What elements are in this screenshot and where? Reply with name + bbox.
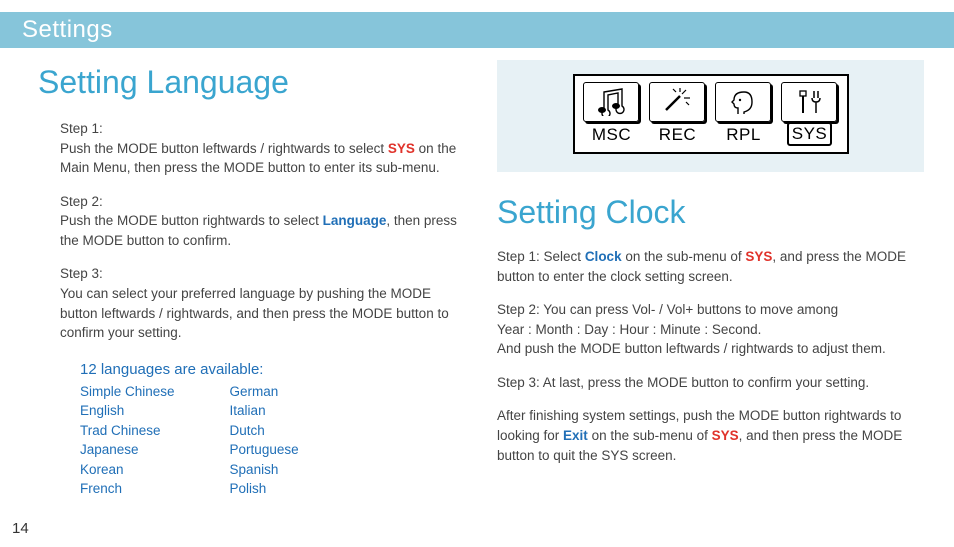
setting-clock-title: Setting Clock bbox=[497, 194, 924, 231]
menu-item-sys: SYS bbox=[781, 82, 839, 146]
step3: Step 3: You can select your preferred la… bbox=[60, 264, 457, 342]
menu-panel: MSC bbox=[497, 60, 924, 172]
language-steps: Step 1: Push the MODE button leftwards /… bbox=[60, 119, 457, 343]
lang-item: Polish bbox=[230, 479, 299, 499]
settings-header: Settings bbox=[0, 12, 954, 48]
page-number: 14 bbox=[12, 520, 29, 537]
languages-box: 12 languages are available: Simple Chine… bbox=[80, 361, 457, 499]
lang-item: English bbox=[80, 401, 175, 421]
head-icon bbox=[715, 82, 771, 122]
step3-label: Step 3: bbox=[60, 266, 103, 281]
sys-highlight: SYS bbox=[712, 428, 739, 443]
clock-step2: Step 2: You can press Vol- / Vol+ button… bbox=[497, 300, 924, 359]
sys-highlight: SYS bbox=[745, 249, 772, 264]
menu-item-rec: REC bbox=[649, 82, 707, 146]
right-column: MSC bbox=[497, 56, 924, 499]
lang-item: German bbox=[230, 382, 299, 402]
menu-label: REC bbox=[649, 125, 707, 145]
menu-item-msc: MSC bbox=[583, 82, 641, 146]
menu-label: MSC bbox=[583, 125, 641, 145]
clock-step3: Step 3: At last, press the MODE button t… bbox=[497, 373, 924, 393]
step1-label: Step 1: bbox=[60, 121, 103, 136]
clock-steps: Step 1: Select Clock on the sub-menu of … bbox=[497, 247, 924, 465]
exit-highlight: Exit bbox=[563, 428, 588, 443]
music-icon bbox=[583, 82, 639, 122]
lang-item: Portuguese bbox=[230, 440, 299, 460]
languages-title: 12 languages are available: bbox=[80, 361, 457, 378]
menu-label-selected: SYS bbox=[787, 122, 833, 146]
step2: Step 2: Push the MODE button rightwards … bbox=[60, 192, 457, 251]
sys-highlight: SYS bbox=[388, 141, 415, 156]
tools-icon bbox=[781, 82, 837, 122]
lang-col-2: German Italian Dutch Portuguese Spanish … bbox=[230, 382, 299, 499]
clock-step1: Step 1: Select Clock on the sub-menu of … bbox=[497, 247, 924, 286]
menu-frame: MSC bbox=[573, 74, 849, 154]
lang-item: Italian bbox=[230, 401, 299, 421]
lang-item: Spanish bbox=[230, 460, 299, 480]
lang-item: French bbox=[80, 479, 175, 499]
lang-item: Japanese bbox=[80, 440, 175, 460]
lang-item: Korean bbox=[80, 460, 175, 480]
lang-col-1: Simple Chinese English Trad Chinese Japa… bbox=[80, 382, 175, 499]
lang-item: Dutch bbox=[230, 421, 299, 441]
left-column: Setting Language Step 1: Push the MODE b… bbox=[30, 56, 457, 499]
after-setting: After finishing system settings, push th… bbox=[497, 406, 924, 465]
step2-label: Step 2: bbox=[60, 194, 103, 209]
step1: Step 1: Push the MODE button leftwards /… bbox=[60, 119, 457, 178]
language-highlight: Language bbox=[323, 213, 387, 228]
menu-item-rpl: RPL bbox=[715, 82, 773, 146]
lang-item: Simple Chinese bbox=[80, 382, 175, 402]
clock-highlight: Clock bbox=[585, 249, 622, 264]
content: Setting Language Step 1: Push the MODE b… bbox=[0, 56, 954, 499]
lang-item: Trad Chinese bbox=[80, 421, 175, 441]
menu-label: RPL bbox=[715, 125, 773, 145]
languages-columns: Simple Chinese English Trad Chinese Japa… bbox=[80, 382, 457, 499]
wand-icon bbox=[649, 82, 705, 122]
setting-language-title: Setting Language bbox=[38, 64, 457, 101]
